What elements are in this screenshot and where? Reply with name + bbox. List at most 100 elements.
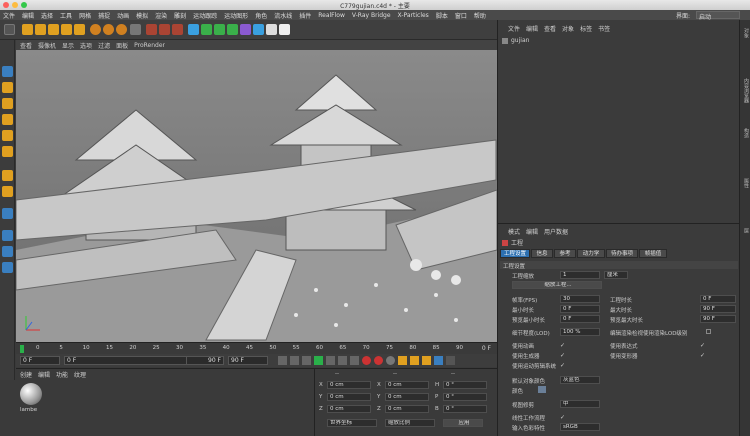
record-icon[interactable] [362,356,371,365]
scale-unit-select[interactable]: 厘米 [604,271,628,279]
object-row-root[interactable]: gujian [502,37,529,44]
scale-project-button[interactable]: 缩放工程... [512,281,602,289]
move-icon[interactable] [35,24,46,35]
object-menu-2[interactable]: 查看 [544,24,556,33]
rotation-key-icon[interactable] [422,356,431,365]
prevmax-field[interactable]: 90 F [700,315,736,323]
attribute-menu-2[interactable]: 用户数据 [544,227,568,236]
usedeform-checkbox[interactable]: ✓ [700,352,705,359]
coord-mode-select[interactable]: 世界坐标 [327,419,377,427]
useexpr-checkbox[interactable]: ✓ [700,342,705,349]
tab-2[interactable]: 参考 [554,249,576,258]
go-start-icon[interactable] [278,356,287,365]
select-icon[interactable] [22,24,33,35]
menu-item-16[interactable]: V-Ray Bridge [352,12,391,19]
usemotion-checkbox[interactable]: ✓ [560,362,565,369]
scene-icon[interactable] [253,24,264,35]
material-menu-2[interactable]: 功能 [56,370,68,379]
end-frame-field[interactable]: 90 F [186,356,224,365]
solo-icon[interactable] [2,246,13,257]
menu-item-8[interactable]: 渲染 [155,11,167,20]
workplane-icon[interactable] [2,114,13,125]
side-tab-0[interactable]: 对象 [741,28,750,38]
rotate-icon[interactable] [61,24,72,35]
menu-item-4[interactable]: 网格 [79,11,91,20]
coord-rot-h-field[interactable]: 0 ° [443,381,487,389]
light-icon[interactable] [279,24,290,35]
render-view-icon[interactable] [146,24,157,35]
3d-viewport[interactable] [16,50,497,342]
tab-5[interactable]: 帧插值 [639,249,667,258]
timeline-ruler[interactable]: 0 5 10 15 20 25 30 35 40 45 50 55 60 65 70 75 80 85 90 0 F [16,342,497,354]
useanim-checkbox[interactable]: ✓ [560,342,565,349]
position-key-icon[interactable] [398,356,407,365]
menu-item-15[interactable]: RealFlow [318,12,345,19]
lod-field[interactable]: 100 % [560,328,600,336]
material-menu-1[interactable]: 编辑 [38,370,50,379]
render-picture-icon[interactable] [159,24,170,35]
material-menu-0[interactable]: 创建 [20,370,32,379]
object-menu-1[interactable]: 编辑 [526,24,538,33]
tab-1[interactable]: 信息 [531,249,553,258]
coord-size-z-field[interactable]: 0 cm [385,405,429,413]
preview-end-field[interactable]: 90 F [228,356,268,365]
next-frame-icon[interactable] [326,356,335,365]
play-icon[interactable] [314,356,323,365]
cube-icon[interactable] [188,24,199,35]
lock-workplane-icon[interactable] [2,230,13,241]
menu-item-17[interactable]: X-Particles [398,12,429,19]
coord-pos-z-field[interactable]: 0 cm [327,405,371,413]
playhead[interactable] [20,345,24,353]
y-axis-icon[interactable] [103,24,114,35]
scale-icon[interactable] [48,24,59,35]
scale-key-icon[interactable] [410,356,419,365]
attribute-menu-1[interactable]: 编辑 [526,227,538,236]
fps-field[interactable]: 30 [560,295,600,303]
viewclip-select[interactable]: 中 [560,400,600,408]
coord-size-x-field[interactable]: 0 cm [385,381,429,389]
viewport-menu-3[interactable]: 选项 [80,41,92,50]
camera-icon[interactable] [266,24,277,35]
menu-item-19[interactable]: 窗口 [455,11,467,20]
menu-item-5[interactable]: 捕捉 [98,11,110,20]
recent-tool-icon[interactable] [74,24,85,35]
prevmin-field[interactable]: 0 F [560,315,600,323]
x-axis-icon[interactable] [90,24,101,35]
viewport-menu-2[interactable]: 显示 [62,41,74,50]
next-key-icon[interactable] [338,356,347,365]
coord-scale-select[interactable]: 缩放比例 [385,419,435,427]
z-axis-icon[interactable] [116,24,127,35]
polygons-mode-icon[interactable] [2,170,13,181]
side-tab-3[interactable]: 属性 [741,178,750,188]
viewport-menu-5[interactable]: 面板 [116,41,128,50]
keyframe-selection-icon[interactable] [386,356,395,365]
prev-frame-icon[interactable] [302,356,311,365]
usegen-checkbox[interactable]: ✓ [560,352,565,359]
lodrender-checkbox[interactable] [706,329,711,334]
coord-rot-b-field[interactable]: 0 ° [443,405,487,413]
start-frame-field[interactable]: 0 F [20,356,60,365]
deformer-icon[interactable] [240,24,251,35]
autokey-icon[interactable] [374,356,383,365]
menu-item-13[interactable]: 流水线 [274,11,292,20]
object-menu-5[interactable]: 书签 [598,24,610,33]
material-menu-3[interactable]: 纹理 [74,370,86,379]
viewport-menu-4[interactable]: 过滤 [98,41,110,50]
coord-apply-button[interactable]: 应用 [443,419,483,427]
menu-item-3[interactable]: 工具 [60,11,72,20]
menu-item-6[interactable]: 动画 [117,11,129,20]
menu-item-1[interactable]: 编辑 [22,11,34,20]
tab-3[interactable]: 动力学 [577,249,605,258]
render-settings-icon[interactable] [172,24,183,35]
prev-key-icon[interactable] [290,356,299,365]
inputcolor-select[interactable]: sRGB [560,423,600,431]
maxtime-field[interactable]: 90 F [700,305,736,313]
menu-item-20[interactable]: 帮助 [474,11,486,20]
projtime-field[interactable]: 0 F [700,295,736,303]
axis-mode-icon[interactable] [2,186,13,197]
array-icon[interactable] [227,24,238,35]
menu-item-11[interactable]: 运动图形 [224,11,248,20]
pla-key-icon[interactable] [446,356,455,365]
param-key-icon[interactable] [434,356,443,365]
object-menu-3[interactable]: 对象 [562,24,574,33]
